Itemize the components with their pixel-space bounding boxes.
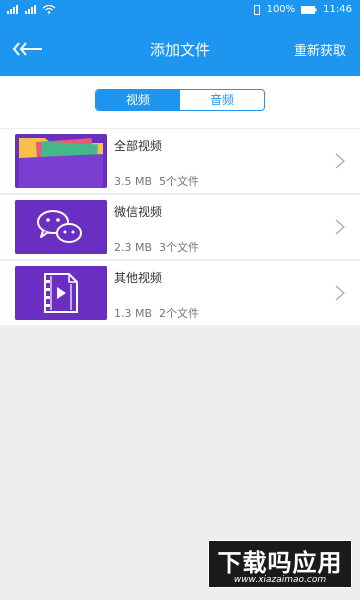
segmented-control: 视频 音频 xyxy=(95,89,265,111)
item-size: 3.5 MB xyxy=(114,175,153,188)
wifi-icon xyxy=(42,4,56,14)
signal-icon xyxy=(7,5,18,14)
tab-video[interactable]: 视频 xyxy=(96,90,180,110)
item-count: 3个文件 xyxy=(159,241,200,254)
clock: 11:46 xyxy=(323,4,352,15)
item-meta: 3.5 MB 5个文件 xyxy=(114,173,199,189)
refresh-button[interactable]: 重新获取 xyxy=(294,40,346,59)
item-title: 其他视频 xyxy=(114,271,163,285)
vibrate-icon xyxy=(253,4,260,15)
item-size: 1.3 MB xyxy=(114,307,153,320)
item-count: 5个文件 xyxy=(159,175,200,188)
item-count: 2个文件 xyxy=(159,307,200,320)
watermark-logo: 下载吗应用 www.xiazaimao.com xyxy=(208,540,352,588)
wechat-icon xyxy=(15,200,107,254)
battery-percent: 100% xyxy=(266,4,296,15)
status-left xyxy=(6,4,56,14)
signal-icon xyxy=(25,5,36,14)
chevron-right-icon xyxy=(335,219,345,235)
item-meta: 1.3 MB 2个文件 xyxy=(114,305,199,321)
list-item-all-videos[interactable]: 全部视频 3.5 MB 5个文件 xyxy=(0,129,360,193)
tab-audio[interactable]: 音频 xyxy=(180,90,264,110)
video-folder-list: 全部视频 3.5 MB 5个文件 微信视频 2.3 MB 3个文件 其他视频 1… xyxy=(0,129,360,327)
list-item-wechat-videos[interactable]: 微信视频 2.3 MB 3个文件 xyxy=(0,195,360,259)
folder-icon xyxy=(15,134,107,188)
battery-icon xyxy=(301,5,317,14)
video-file-icon xyxy=(15,266,107,320)
item-meta: 2.3 MB 3个文件 xyxy=(114,239,199,255)
watermark-url: www.xiazaimao.com xyxy=(233,575,327,585)
watermark-title: 下载吗应用 xyxy=(217,548,343,577)
tab-bar-area: 视频 音频 xyxy=(0,76,360,128)
item-size: 2.3 MB xyxy=(114,241,153,254)
list-item-other-videos[interactable]: 其他视频 1.3 MB 2个文件 xyxy=(0,261,360,325)
chevron-right-icon xyxy=(335,285,345,301)
toolbar: 添加文件 重新获取 xyxy=(0,22,360,76)
status-bar: 100% 11:46 xyxy=(0,0,360,22)
item-title: 全部视频 xyxy=(114,139,163,153)
status-right: 100% 11:46 xyxy=(253,4,352,15)
chevron-right-icon xyxy=(335,153,345,169)
item-title: 微信视频 xyxy=(114,205,163,219)
